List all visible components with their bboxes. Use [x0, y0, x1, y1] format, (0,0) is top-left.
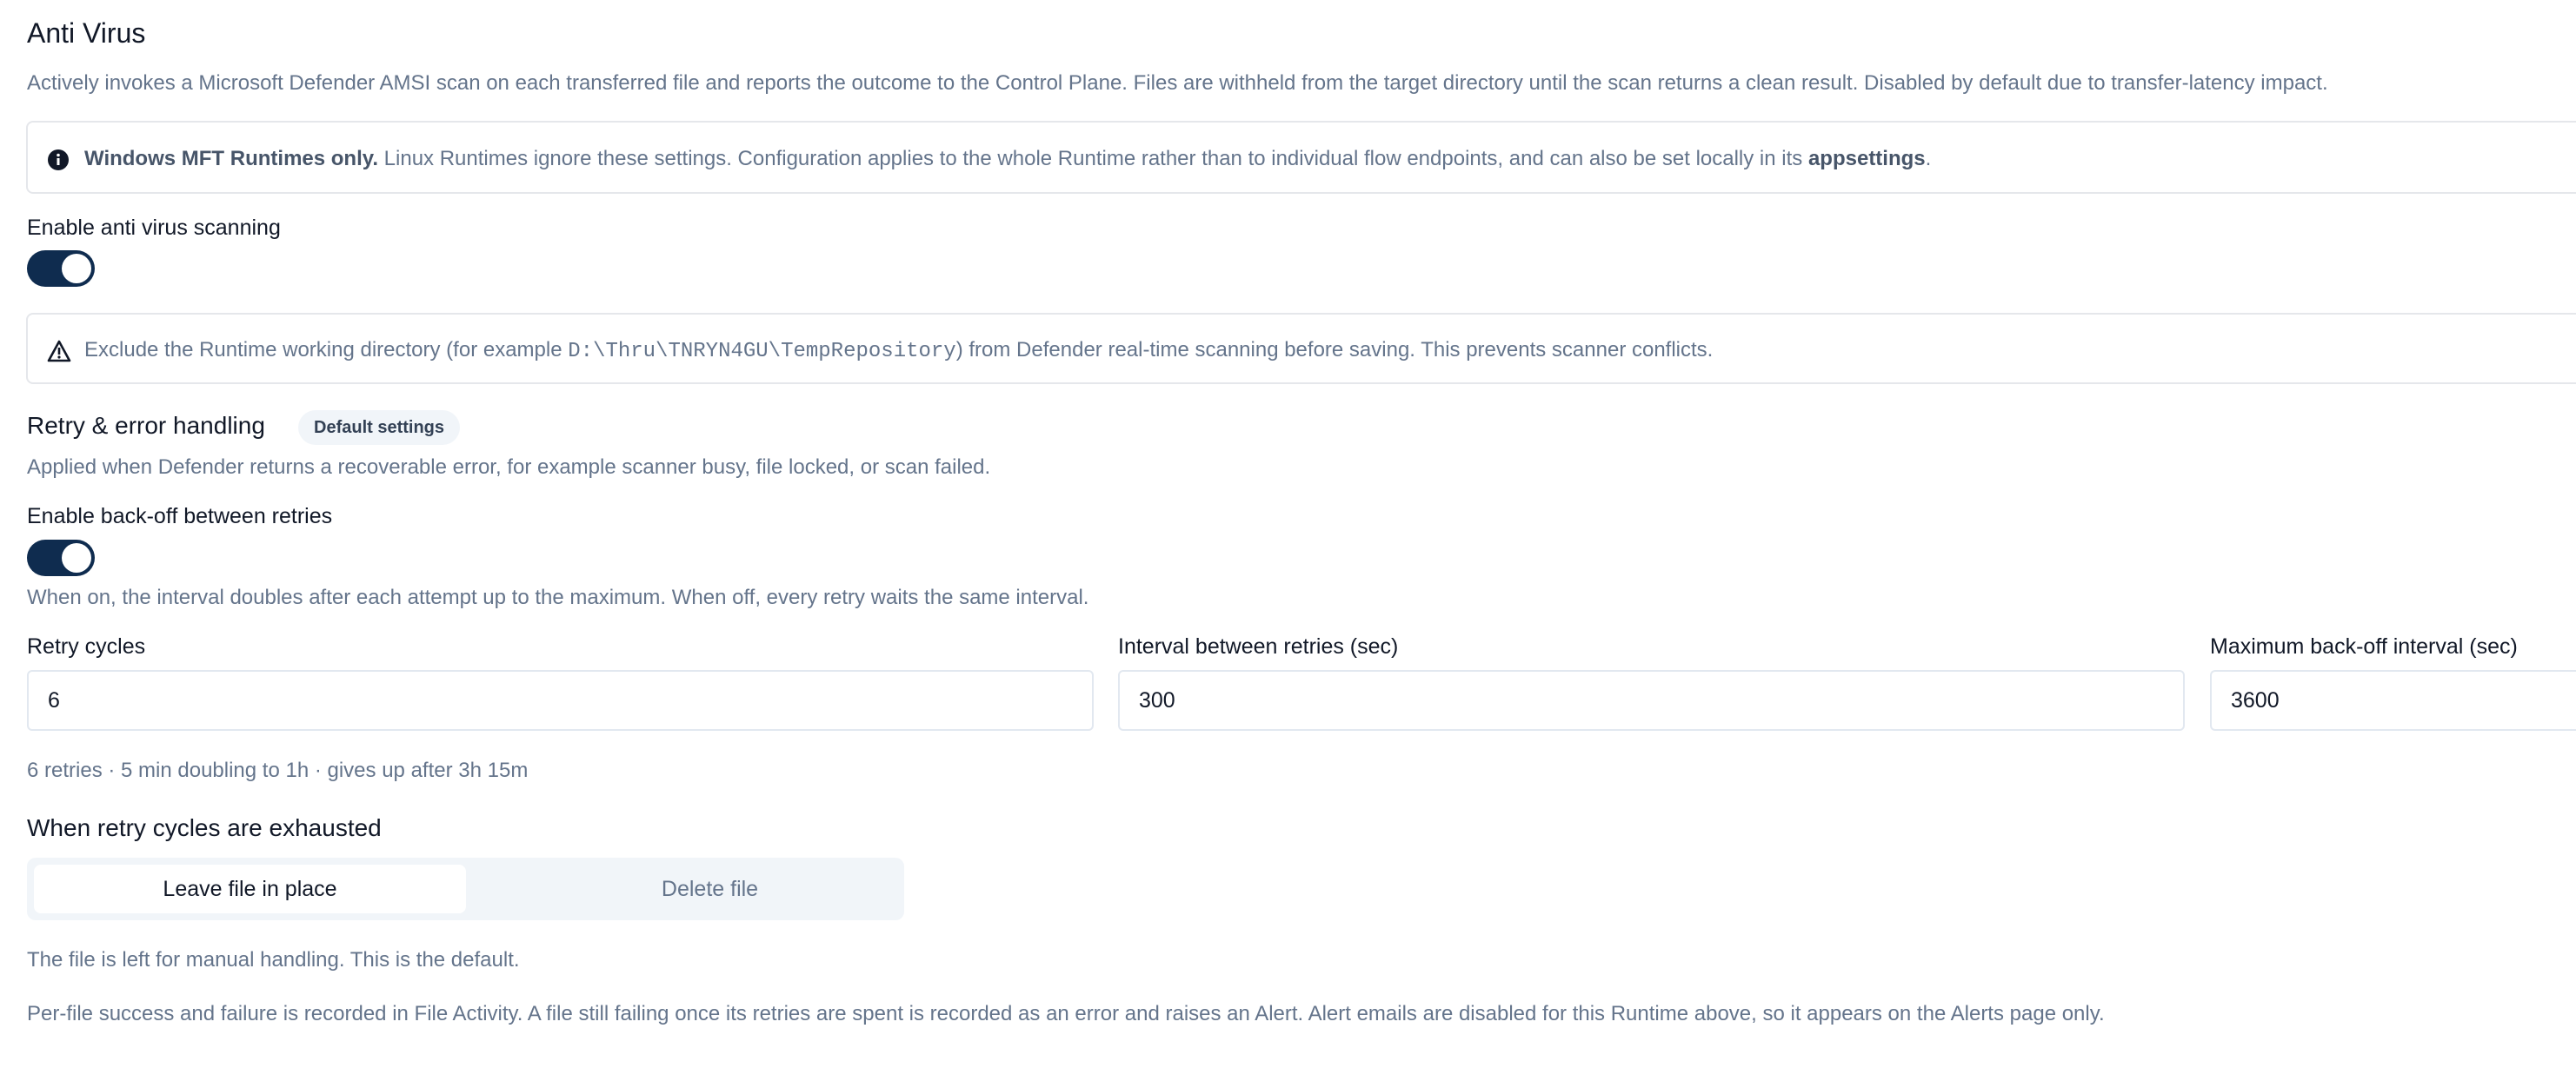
- section-title: Anti Virus: [27, 17, 146, 49]
- file-activity-footer: Per-file success and failure is recorded…: [27, 1002, 2105, 1025]
- backoff-toggle[interactable]: [27, 540, 95, 576]
- info-callout-appsettings: appsettings: [1807, 147, 1926, 170]
- enable-scanning-toggle[interactable]: [27, 250, 95, 287]
- warning-callout-text: Exclude the Runtime working directory (f…: [84, 338, 1713, 363]
- default-settings-badge: Default settings: [298, 410, 461, 445]
- interval-input[interactable]: [1120, 672, 2183, 729]
- info-callout-body: Linux Runtimes ignore these settings. Co…: [378, 147, 1808, 170]
- interval-field[interactable]: [1118, 670, 2185, 731]
- max-backoff-input[interactable]: [2212, 672, 2576, 729]
- retry-description: Applied when Defender returns a recovera…: [27, 455, 991, 479]
- interval-label: Interval between retries (sec): [1118, 634, 1399, 659]
- backoff-label: Enable back-off between retries: [27, 504, 333, 528]
- retry-cycles-field[interactable]: [27, 670, 1094, 731]
- anti-virus-settings-page: Anti Virus Actively invokes a Microsoft …: [0, 0, 2576, 1088]
- info-icon: [47, 149, 70, 176]
- retry-summary: 6 retries · 5 min doubling to 1h · gives…: [27, 759, 529, 782]
- info-callout-end: .: [1925, 147, 1932, 170]
- exhausted-help-text: The file is left for manual handling. Th…: [27, 948, 520, 972]
- warning-triangle-icon: [47, 340, 71, 367]
- leave-file-option[interactable]: Leave file in place: [34, 865, 466, 913]
- max-backoff-label: Maximum back-off interval (sec): [2210, 634, 2518, 659]
- retry-section-title: Retry & error handling: [27, 412, 265, 439]
- working-directory-path: D:\Thru\TNRYN4GU\TempRepository: [568, 340, 956, 363]
- info-callout-bold: Windows MFT Runtimes only.: [84, 147, 378, 170]
- exhausted-action-segmented-control: Leave file in place Delete file: [27, 858, 904, 920]
- info-callout-text: Windows MFT Runtimes only. Linux Runtime…: [84, 147, 1931, 171]
- section-description: Actively invokes a Microsoft Defender AM…: [27, 71, 2328, 95]
- retry-cycles-label: Retry cycles: [27, 634, 146, 659]
- exhausted-title: When retry cycles are exhausted: [27, 814, 382, 841]
- toggle-knob: [62, 254, 91, 283]
- warning-text-before: Exclude the Runtime working directory (f…: [84, 338, 569, 362]
- delete-file-option[interactable]: Delete file: [494, 865, 926, 913]
- backoff-help-text: When on, the interval doubles after each…: [27, 586, 1089, 609]
- max-backoff-field[interactable]: [2210, 670, 2576, 731]
- warning-callout: Exclude the Runtime working directory (f…: [26, 313, 2576, 384]
- info-callout: Windows MFT Runtimes only. Linux Runtime…: [26, 121, 2576, 194]
- warning-text-after: ) from Defender real-time scanning befor…: [955, 338, 1714, 362]
- retry-cycles-input[interactable]: [29, 672, 1092, 729]
- toggle-knob: [62, 543, 91, 573]
- enable-scanning-label: Enable anti virus scanning: [27, 216, 281, 240]
